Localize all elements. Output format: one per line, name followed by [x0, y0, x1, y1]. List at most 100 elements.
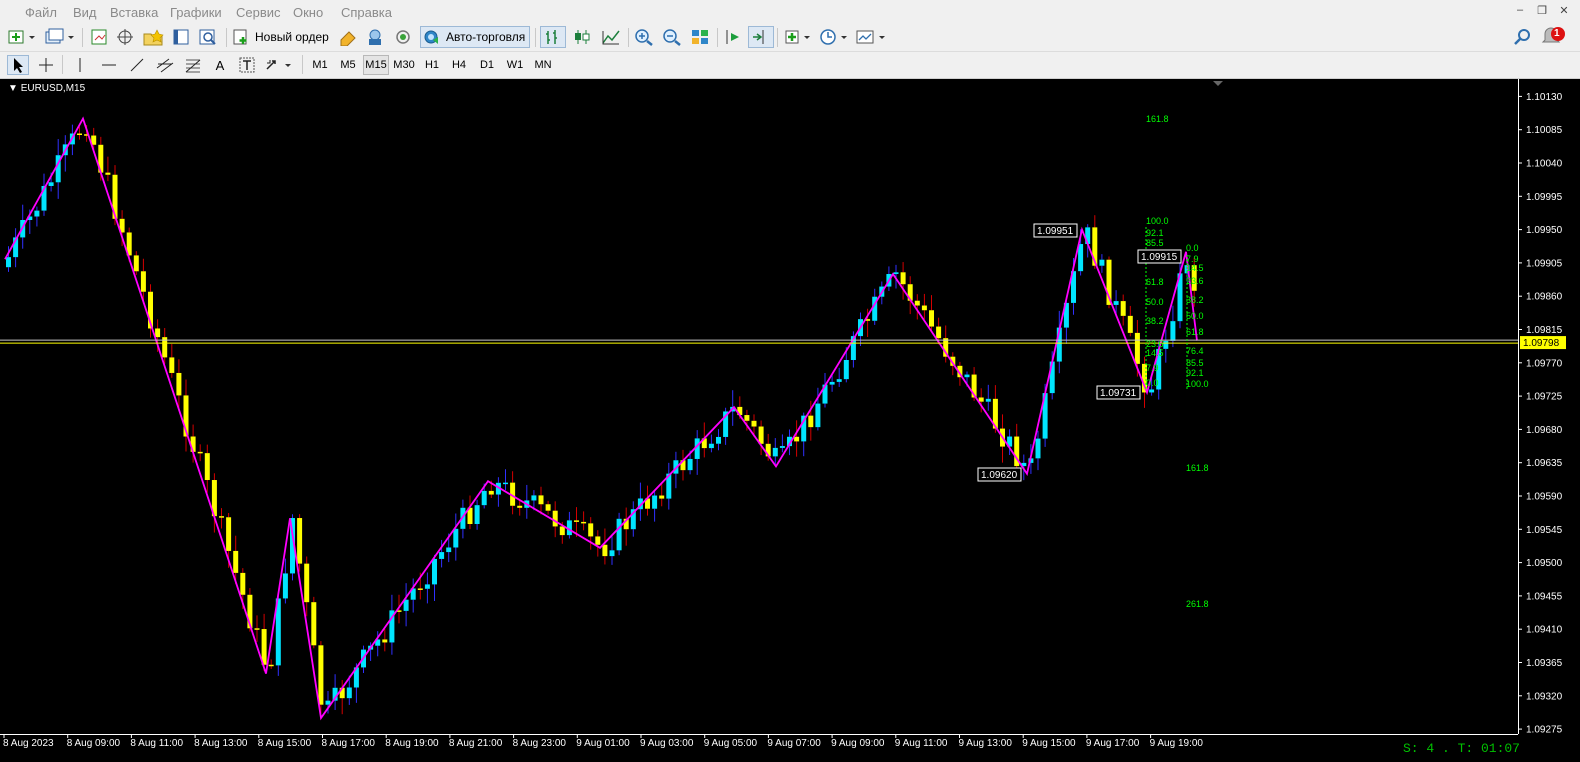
periods-icon[interactable] — [818, 26, 850, 48]
auto-scroll-icon[interactable] — [748, 26, 774, 48]
autotrading-button[interactable]: Авто-торговля — [420, 26, 530, 48]
market-icon[interactable] — [363, 26, 387, 48]
bull-candle — [609, 550, 615, 557]
equidistant-channel-icon[interactable] — [153, 55, 177, 75]
meta-editor-icon[interactable] — [336, 26, 360, 48]
chart-shift-icon[interactable] — [721, 26, 745, 48]
fib-left-label: 7.9 — [1146, 363, 1159, 373]
menu-help[interactable]: Справка — [341, 5, 392, 20]
price-tick-label: 1.09680 — [1526, 425, 1563, 436]
price-tick-label: 1.09590 — [1526, 492, 1563, 503]
terminal-icon[interactable] — [170, 26, 192, 48]
fib-right-label: 161.8 — [1186, 463, 1209, 473]
time-tick-label: 8 Aug 17:00 — [322, 738, 376, 749]
bear-candle — [318, 645, 324, 705]
cursor-icon[interactable] — [7, 55, 29, 75]
timeframe-h4[interactable]: H4 — [446, 55, 472, 75]
menu-view[interactable]: Вид — [73, 5, 97, 20]
candlestick-icon[interactable] — [569, 26, 595, 48]
menu-charts[interactable]: Графики — [170, 5, 222, 20]
bear-candle — [268, 664, 274, 667]
bear-candle — [559, 526, 565, 536]
bear-candle — [538, 495, 544, 505]
bull-candle — [1170, 321, 1176, 341]
strategy-tester-icon[interactable] — [196, 26, 220, 48]
new-chart-icon[interactable] — [6, 26, 38, 48]
current-price-label: 1.09798 — [1523, 338, 1560, 349]
close-icon[interactable]: ✕ — [1557, 4, 1571, 17]
chart-symbol-label: ▼ EURUSD,M15 — [8, 83, 86, 94]
indicators-icon[interactable] — [783, 26, 815, 48]
notifications-icon[interactable]: 1 — [1540, 26, 1568, 48]
fib-left-label: 161.8 — [1146, 114, 1169, 124]
bull-candle — [836, 379, 842, 382]
menu-insert[interactable]: Вставка — [110, 5, 158, 20]
templates-icon[interactable] — [854, 26, 888, 48]
fibonacci-icon[interactable] — [181, 55, 205, 75]
bull-candle — [1149, 389, 1155, 393]
menu-file[interactable]: Файл — [25, 5, 57, 20]
price-chart[interactable]: 1.10130 1.10085 1.10040 1.09995 1.09950 1.099… — [0, 79, 1580, 762]
bear-candle — [552, 510, 558, 527]
bar-chart-icon[interactable] — [540, 26, 566, 48]
zoom-out-icon[interactable] — [659, 26, 685, 48]
timeframe-m1[interactable]: M1 — [307, 55, 333, 75]
timeframe-m5[interactable]: M5 — [335, 55, 361, 75]
horizontal-line-icon[interactable] — [97, 55, 121, 75]
trendline-icon[interactable] — [125, 55, 149, 75]
bull-candle — [531, 495, 537, 501]
price-tick-label: 1.09725 — [1526, 392, 1563, 403]
time-tick-label: 9 Aug 13:00 — [959, 738, 1013, 749]
new-order-button[interactable]: Новый ордер — [232, 26, 332, 48]
new-order-label: Новый ордер — [255, 30, 329, 44]
timeframe-w1[interactable]: W1 — [502, 55, 528, 75]
crosshair-icon[interactable] — [35, 55, 57, 75]
price-tick-label: 1.09950 — [1526, 225, 1563, 236]
bull-candle — [439, 552, 445, 559]
bear-candle — [105, 172, 111, 175]
terminal-window: Файл Вид Вставка Графики Сервис Окно Спр… — [0, 0, 1580, 762]
timeframe-d1[interactable]: D1 — [474, 55, 500, 75]
bear-candle — [936, 326, 942, 339]
fib-right-label: 61.8 — [1186, 327, 1204, 337]
minimize-icon[interactable]: – — [1513, 4, 1527, 16]
fib-right-label: 38.2 — [1186, 295, 1204, 305]
vertical-line-icon[interactable] — [68, 55, 92, 75]
text-label-icon[interactable] — [236, 55, 258, 75]
bull-candle — [424, 584, 430, 589]
restore-icon[interactable]: ❐ — [1535, 4, 1549, 17]
text-tool-icon[interactable]: A — [209, 55, 231, 75]
bull-candle — [687, 458, 693, 471]
profiles-icon[interactable] — [42, 26, 76, 48]
search-icon[interactable] — [1510, 26, 1534, 48]
timeframe-h1[interactable]: H1 — [419, 55, 445, 75]
bull-candle — [815, 403, 821, 428]
timeframe-m30[interactable]: M30 — [391, 55, 417, 75]
signals-icon[interactable] — [391, 26, 415, 48]
menu-tools[interactable]: Сервис — [236, 5, 281, 20]
bear-candle — [219, 516, 224, 518]
fib-left-label: 92.1 — [1146, 228, 1164, 238]
price-tick-label: 1.09815 — [1526, 325, 1563, 336]
arrows-icon[interactable] — [263, 55, 295, 75]
market-watch-icon[interactable] — [88, 26, 110, 48]
new-order-icon — [233, 29, 247, 45]
tile-windows-icon[interactable] — [687, 26, 713, 48]
swing-price-label: 1.09620 — [981, 470, 1018, 481]
bear-candle — [297, 518, 303, 564]
menu-window[interactable]: Окно — [293, 5, 323, 20]
price-tick-label: 1.09860 — [1526, 292, 1563, 303]
data-window-icon[interactable] — [114, 26, 136, 48]
price-tick-label: 1.10085 — [1526, 125, 1563, 136]
bear-candle — [140, 271, 146, 292]
line-chart-icon[interactable] — [598, 26, 624, 48]
time-tick-label: 9 Aug 17:00 — [1086, 738, 1140, 749]
time-tick-label: 9 Aug 11:00 — [895, 738, 948, 749]
timeframe-m15[interactable]: M15 — [363, 55, 389, 75]
bull-candle — [779, 446, 785, 448]
bull-candle — [1099, 259, 1105, 266]
time-tick-label: 9 Aug 19:00 — [1150, 738, 1204, 749]
zoom-in-icon[interactable] — [631, 26, 657, 48]
navigator-icon[interactable] — [140, 26, 166, 48]
timeframe-mn[interactable]: MN — [530, 55, 556, 75]
